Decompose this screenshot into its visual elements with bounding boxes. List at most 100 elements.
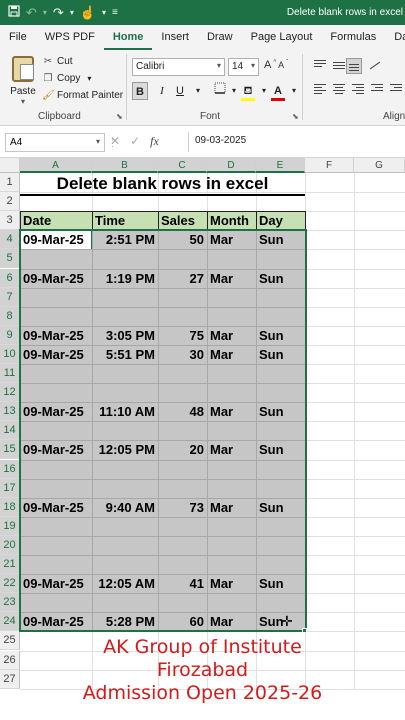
column-header-d[interactable]: D xyxy=(207,158,256,173)
cell-day[interactable]: Sun xyxy=(256,440,305,459)
touch-mode-icon[interactable]: ☝ xyxy=(80,5,96,21)
cell-sales[interactable]: 60 xyxy=(158,612,207,631)
cell-sales[interactable]: 27 xyxy=(158,269,207,288)
row-header[interactable]: 10 xyxy=(0,344,20,364)
column-header-f[interactable]: F xyxy=(305,158,354,173)
undo-icon[interactable]: ↶ xyxy=(26,5,37,21)
column-header-b[interactable]: B xyxy=(92,158,158,173)
tab-insert[interactable]: Insert xyxy=(152,25,198,50)
italic-button[interactable]: I xyxy=(154,82,170,100)
cell-date[interactable]: 09-Mar-25 xyxy=(20,440,92,459)
align-right-icon[interactable] xyxy=(350,82,366,98)
cell-time[interactable]: 12:05 PM xyxy=(92,440,158,459)
underline-dropdown-icon[interactable]: ▾ xyxy=(190,82,206,100)
copy-dropdown-icon[interactable]: ▾ xyxy=(87,74,91,83)
touch-mode-dropdown-icon[interactable]: ▾ xyxy=(102,8,106,17)
name-box[interactable]: A4 ▾ xyxy=(5,133,105,152)
copy-button[interactable]: ❐ Copy ▾ xyxy=(42,71,123,85)
cell-day[interactable]: Sun xyxy=(256,230,305,249)
paste-button[interactable]: Paste ▾ xyxy=(8,56,38,106)
column-header-e[interactable]: E xyxy=(256,158,305,173)
row-header[interactable]: 22 xyxy=(0,574,20,594)
cell-time[interactable]: 3:05 PM xyxy=(92,326,158,345)
cell-month[interactable]: Mar xyxy=(207,230,256,249)
row-header[interactable]: 15 xyxy=(0,440,20,460)
cell-date[interactable]: 09-Mar-25 xyxy=(20,345,92,364)
column-header-a[interactable]: A xyxy=(20,158,92,173)
row-header[interactable]: 24 xyxy=(0,612,20,632)
increase-font-icon[interactable]: A^ xyxy=(264,59,278,71)
cell-month[interactable]: Mar xyxy=(207,345,256,364)
formula-input[interactable]: 09-03-2025 xyxy=(195,135,246,146)
row-header[interactable]: 2 xyxy=(0,192,20,212)
cell-date[interactable]: 09-Mar-25 xyxy=(20,574,92,593)
row-header[interactable]: 21 xyxy=(0,555,20,575)
cell-date[interactable]: 09-Mar-25 xyxy=(20,269,92,288)
cell-sales[interactable]: 41 xyxy=(158,574,207,593)
cell-time[interactable]: 11:10 AM xyxy=(92,402,158,421)
row-header[interactable]: 17 xyxy=(0,478,20,498)
paste-dropdown-icon[interactable]: ▾ xyxy=(8,97,38,106)
row-header[interactable]: 3 xyxy=(0,211,20,231)
align-left-icon[interactable] xyxy=(312,82,328,98)
fill-handle[interactable] xyxy=(302,628,307,634)
cell-sales[interactable]: 50 xyxy=(158,230,207,249)
underline-button[interactable]: U xyxy=(172,82,188,100)
font-size-select[interactable]: 14 ▾ xyxy=(228,58,259,76)
sales-header[interactable]: Sales xyxy=(158,211,208,232)
row-header[interactable]: 11 xyxy=(0,364,20,384)
font-launcher-icon[interactable]: ⬊ xyxy=(292,112,299,121)
customize-toolbar-icon[interactable]: ≡ xyxy=(112,7,118,18)
row-header[interactable]: 19 xyxy=(0,516,20,536)
tab-data[interactable]: Da xyxy=(385,25,405,50)
cancel-icon[interactable]: ✕ xyxy=(110,134,130,148)
format-painter-button[interactable]: 🖌 Format Painter xyxy=(42,88,123,102)
middle-align-icon[interactable] xyxy=(331,58,347,74)
cell-time[interactable]: 5:51 PM xyxy=(92,345,158,364)
sheet-title[interactable]: Delete blank rows in excel xyxy=(20,173,305,197)
cell-month[interactable]: Mar xyxy=(207,498,256,517)
month-header[interactable]: Month xyxy=(207,211,257,232)
cell-time[interactable]: 9:40 AM xyxy=(92,498,158,517)
column-header-c[interactable]: C xyxy=(158,158,207,173)
undo-dropdown-icon[interactable]: ▾ xyxy=(43,8,47,17)
row-header[interactable]: 4 xyxy=(0,230,20,250)
cell-time[interactable]: 1:19 PM xyxy=(92,269,158,288)
row-header[interactable]: 5 xyxy=(0,249,20,269)
cell-date[interactable]: 09-Mar-25 xyxy=(20,612,92,631)
time-header[interactable]: Time xyxy=(92,211,159,232)
font-grow-shrink[interactable]: A^Aˇ xyxy=(264,59,290,71)
font-family-select[interactable]: Calibri ▾ xyxy=(132,58,225,76)
increase-indent-icon[interactable] xyxy=(388,82,404,98)
orientation-icon[interactable] xyxy=(367,58,383,74)
cell-day[interactable]: Sun xyxy=(256,345,305,364)
tab-page-layout[interactable]: Page Layout xyxy=(242,25,322,50)
row-header[interactable]: 8 xyxy=(0,306,20,326)
row-header[interactable]: 12 xyxy=(0,383,20,403)
row-header[interactable]: 6 xyxy=(0,268,20,288)
tab-wps-pdf[interactable]: WPS PDF xyxy=(36,25,104,50)
cell-day[interactable]: Sun xyxy=(256,402,305,421)
redo-dropdown-icon[interactable]: ▾ xyxy=(70,8,74,17)
row-header[interactable]: 7 xyxy=(0,287,20,307)
cell-month[interactable]: Mar xyxy=(207,269,256,288)
selected-range[interactable] xyxy=(20,230,305,632)
redo-icon[interactable]: ↷ xyxy=(53,5,64,21)
cut-button[interactable]: ✂ Cut xyxy=(42,54,123,68)
cell-sales[interactable]: 30 xyxy=(158,345,207,364)
cell-time[interactable]: 2:51 PM xyxy=(92,230,158,249)
cell-sales[interactable]: 48 xyxy=(158,402,207,421)
decrease-font-icon[interactable]: Aˇ xyxy=(278,60,290,70)
row-header[interactable]: 13 xyxy=(0,402,20,422)
align-center-icon[interactable] xyxy=(331,82,347,98)
cell-date[interactable]: 09-Mar-25 xyxy=(20,498,92,517)
clipboard-launcher-icon[interactable]: ⬊ xyxy=(116,112,123,121)
cell-sales[interactable]: 20 xyxy=(158,440,207,459)
top-align-icon[interactable] xyxy=(312,58,328,74)
tab-formulas[interactable]: Formulas xyxy=(321,25,385,50)
row-header[interactable]: 20 xyxy=(0,535,20,555)
row-header[interactable]: 14 xyxy=(0,421,20,441)
tab-file[interactable]: File xyxy=(0,25,36,50)
cell-date[interactable]: 09-Mar-25 xyxy=(20,326,92,345)
row-header[interactable]: 9 xyxy=(0,325,20,345)
